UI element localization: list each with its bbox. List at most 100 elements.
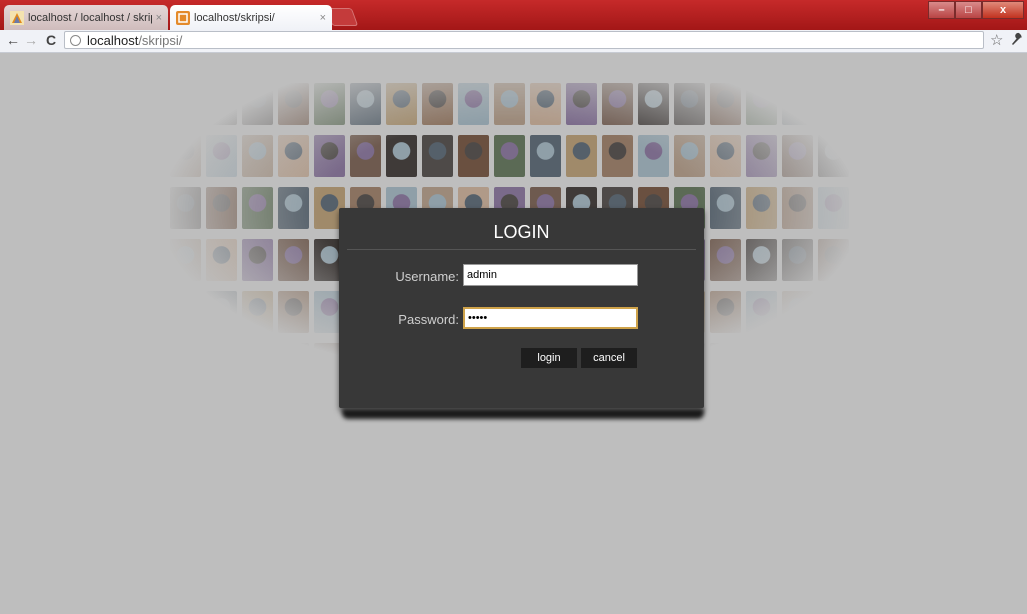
username-input[interactable] (463, 264, 638, 286)
mosaic-photo-tile (638, 83, 669, 125)
dialog-shadow (342, 409, 704, 419)
mosaic-photo-tile (494, 135, 525, 177)
mosaic-photo-tile (638, 135, 669, 177)
mosaic-photo-tile (710, 291, 741, 333)
mosaic-photo-tile (278, 135, 309, 177)
mosaic-photo-tile (206, 239, 237, 281)
mosaic-photo-tile (206, 291, 237, 333)
tab-title: localhost/skripsi/ (194, 11, 275, 24)
mosaic-photo-tile (206, 83, 237, 125)
url-path: /skripsi/ (138, 32, 183, 48)
tab-title: localhost / localhost / skrip (28, 11, 152, 24)
tab-close-icon[interactable]: × (156, 12, 162, 24)
mosaic-photo-tile (674, 83, 705, 125)
mosaic-photo-tile (242, 291, 273, 333)
mosaic-photo-tile (314, 135, 345, 177)
mosaic-photo-tile (782, 343, 813, 385)
mosaic-photo-tile (242, 83, 273, 125)
mosaic-photo-tile (350, 83, 381, 125)
mosaic-photo-tile (494, 83, 525, 125)
mosaic-photo-tile (710, 239, 741, 281)
mosaic-photo-tile (278, 83, 309, 125)
mosaic-photo-tile (710, 83, 741, 125)
login-button[interactable]: login (521, 348, 577, 368)
password-input[interactable] (463, 307, 638, 329)
mosaic-photo-tile (602, 83, 633, 125)
mosaic-photo-tile (422, 83, 453, 125)
tab-skripsi[interactable]: localhost/skripsi/ × (170, 5, 332, 30)
page-favicon-icon (176, 10, 190, 25)
mosaic-photo-tile (170, 135, 201, 177)
mosaic-photo-tile (818, 291, 849, 333)
mosaic-photo-tile (386, 83, 417, 125)
tab-close-icon[interactable]: × (320, 12, 326, 24)
mosaic-photo-tile (530, 83, 561, 125)
mosaic-photo-tile (818, 239, 849, 281)
mosaic-photo-tile (746, 343, 777, 385)
url-host: localhost (87, 32, 139, 48)
mosaic-photo-tile (566, 83, 597, 125)
mosaic-photo-tile (710, 343, 741, 385)
minimize-button[interactable]: – (928, 1, 955, 19)
mosaic-photo-tile (278, 239, 309, 281)
mosaic-photo-tile (710, 135, 741, 177)
mosaic-photo-tile (674, 135, 705, 177)
mosaic-photo-tile (782, 83, 813, 125)
forward-button[interactable]: → (22, 32, 40, 48)
mosaic-photo-tile (170, 187, 201, 229)
mosaic-photo-tile (818, 343, 849, 385)
phpmyadmin-icon (10, 10, 24, 25)
mosaic-photo-tile (818, 83, 849, 125)
mosaic-photo-tile (278, 291, 309, 333)
browser-titlebar: localhost / localhost / skrip × localhos… (0, 0, 1027, 30)
maximize-button[interactable]: □ (955, 1, 982, 19)
mosaic-photo-tile (530, 135, 561, 177)
mosaic-photo-tile (206, 343, 237, 385)
mosaic-photo-tile (170, 239, 201, 281)
mosaic-photo-tile (422, 135, 453, 177)
mosaic-photo-tile (242, 343, 273, 385)
mosaic-photo-tile (458, 135, 489, 177)
mosaic-photo-tile (242, 239, 273, 281)
mosaic-photo-tile (278, 187, 309, 229)
mosaic-photo-tile (782, 291, 813, 333)
mosaic-photo-tile (746, 239, 777, 281)
address-bar[interactable]: localhost/skripsi/ (64, 31, 984, 49)
mosaic-photo-tile (242, 135, 273, 177)
window-controls: – □ x (928, 1, 1024, 19)
mosaic-photo-tile (242, 187, 273, 229)
mosaic-photo-tile (566, 135, 597, 177)
mosaic-photo-tile (206, 135, 237, 177)
mosaic-photo-tile (782, 239, 813, 281)
mosaic-photo-tile (458, 83, 489, 125)
mosaic-photo-tile (782, 135, 813, 177)
username-label: Username: (395, 269, 459, 284)
password-label: Password: (398, 312, 459, 327)
mosaic-photo-tile (386, 135, 417, 177)
cancel-button[interactable]: cancel (581, 348, 637, 368)
mosaic-photo-tile (170, 83, 201, 125)
mosaic-photo-tile (818, 135, 849, 177)
mosaic-photo-tile (170, 291, 201, 333)
page-info-icon[interactable] (70, 34, 81, 46)
browser-toolbar: ← → C localhost/skripsi/ ☆ (0, 30, 1027, 53)
wrench-menu-icon[interactable] (1011, 32, 1023, 49)
page-content: LOGIN Username: Password: login cancel (0, 53, 1027, 614)
mosaic-photo-tile (782, 187, 813, 229)
login-dialog: LOGIN Username: Password: login cancel (339, 208, 704, 408)
bookmark-star-icon[interactable]: ☆ (990, 31, 1003, 49)
mosaic-photo-tile (746, 187, 777, 229)
mosaic-photo-tile (818, 187, 849, 229)
mosaic-photo-tile (278, 343, 309, 385)
wrench-icon (1012, 32, 1022, 45)
mosaic-photo-tile (206, 187, 237, 229)
mosaic-photo-tile (350, 135, 381, 177)
tab-phpmyadmin[interactable]: localhost / localhost / skrip × (4, 5, 168, 30)
mosaic-photo-tile (710, 187, 741, 229)
title-divider (347, 249, 696, 250)
back-button[interactable]: ← (4, 32, 22, 48)
mosaic-photo-tile (746, 291, 777, 333)
mosaic-photo-tile (746, 135, 777, 177)
reload-button[interactable]: C (42, 32, 60, 48)
close-window-button[interactable]: x (982, 1, 1024, 19)
